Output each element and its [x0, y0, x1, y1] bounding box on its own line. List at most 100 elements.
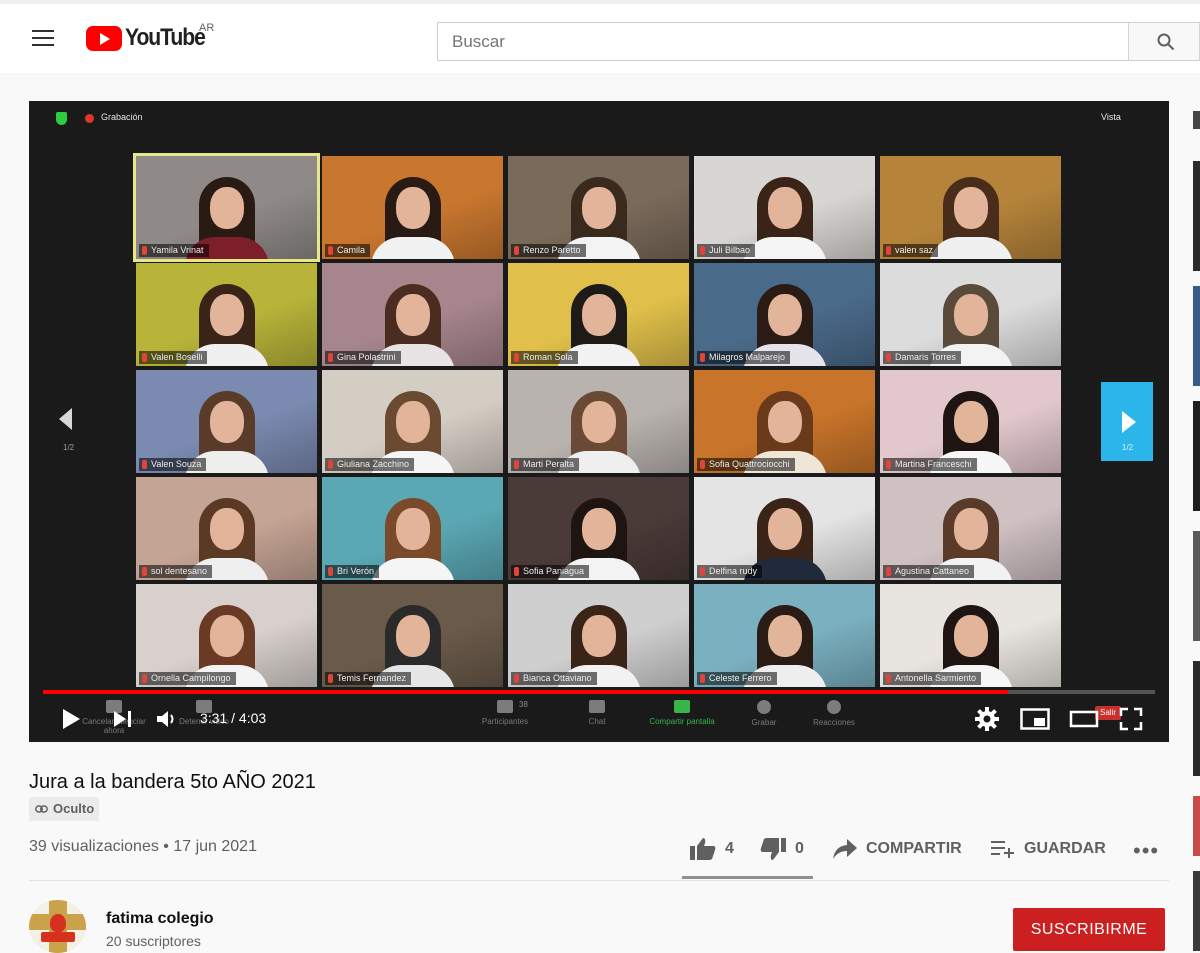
play-logo-icon: [86, 25, 122, 51]
record-label: Grabar: [751, 718, 777, 727]
participant-tile: Bri Verón: [322, 477, 503, 580]
participant-name: Renzo Paretto: [511, 244, 586, 257]
miniplayer-icon[interactable]: [1020, 707, 1050, 731]
settings-gear-icon[interactable]: [975, 707, 999, 731]
page-indicator-left: 1/2: [63, 443, 75, 452]
participant-name: Delfina rudy: [697, 565, 763, 578]
dislike-button[interactable]: 0: [759, 836, 804, 862]
participant-name: Temis Fernandez: [325, 672, 412, 685]
participant-name: sol dentesano: [139, 565, 213, 578]
chat-tool: Chat: [562, 696, 632, 726]
divider: [29, 880, 1169, 881]
participant-name: Giuliana Zacchino: [325, 458, 415, 471]
share-screen-tool: Compartir pantalla: [634, 696, 730, 726]
view-label: Vista: [1101, 112, 1121, 122]
participant-tile: Giuliana Zacchino: [322, 370, 503, 473]
participant-tile: Bianca Ottaviano: [508, 584, 689, 687]
next-video-icon[interactable]: [113, 710, 133, 728]
participants-label: Participantes: [481, 717, 529, 726]
record-tool: Grabar: [729, 696, 799, 727]
chat-label: Chat: [588, 717, 606, 726]
participant-tile: Renzo Paretto: [508, 156, 689, 259]
participant-tile: valen saz: [880, 156, 1061, 259]
share-button[interactable]: COMPARTIR: [832, 836, 962, 862]
search-input[interactable]: Buscar: [437, 22, 1129, 61]
search-button[interactable]: [1128, 22, 1200, 61]
participants-icon: [497, 700, 513, 713]
fullscreen-icon[interactable]: [1119, 707, 1143, 731]
save-button[interactable]: GUARDAR: [990, 836, 1106, 862]
participant-name: Damaris Torres: [883, 351, 961, 364]
save-label: GUARDAR: [1024, 840, 1106, 857]
video-player[interactable]: Grabación Vista Yamila Vrinat Camila Renzo…: [29, 101, 1169, 742]
participant-name: Sofia Quattrociocchi: [697, 458, 795, 471]
playlist-add-icon: [991, 841, 1014, 858]
participant-name: Valen Souza: [139, 458, 207, 471]
previous-page-icon[interactable]: [59, 408, 72, 430]
participant-grid: Yamila Vrinat Camila Renzo Paretto Juli Bil…: [133, 153, 1061, 689]
participant-tile: Temis Fernandez: [322, 584, 503, 687]
participant-tile: Antonella Sarmiento: [880, 584, 1061, 687]
view-stats: 39 visualizaciones • 17 jun 2021: [29, 838, 257, 855]
sidebar-thumbnails-edge: [1193, 101, 1200, 953]
play-icon[interactable]: [61, 708, 81, 730]
video-title: Jura a la bandera 5to AÑO 2021: [29, 771, 316, 793]
recording-label: Grabación: [101, 112, 143, 122]
more-actions-icon[interactable]: •••: [1133, 840, 1159, 862]
thumbs-down-icon: [760, 838, 786, 860]
reactions-label: Reacciones: [813, 718, 855, 727]
progress-bar[interactable]: [43, 690, 1155, 694]
shield-icon: [56, 112, 67, 125]
recording-icon: [85, 114, 94, 123]
visibility-badge: Oculto: [29, 797, 100, 821]
channel-name[interactable]: fatima colegio: [106, 910, 214, 928]
like-button[interactable]: 4: [689, 836, 734, 862]
subscribe-button[interactable]: SUSCRIBIRME: [1013, 908, 1165, 951]
participant-tile: Valen Souza: [136, 370, 317, 473]
share-screen-label: Compartir pantalla: [649, 717, 715, 726]
youtube-logo[interactable]: YouTube: [86, 24, 216, 52]
participant-name: Ornella Campilongo: [139, 672, 236, 685]
participant-video: [365, 171, 461, 259]
search-placeholder: Buscar: [452, 31, 505, 51]
zoom-top-bar: Grabación Vista: [29, 101, 1169, 137]
participants-count: 38: [519, 700, 528, 709]
participants-tool: Participantes: [470, 696, 540, 726]
participant-name: Gina Polastrini: [325, 351, 401, 364]
participant-tile: Roman Sola: [508, 263, 689, 366]
chat-icon: [589, 700, 605, 713]
participant-tile: sol dentesano: [136, 477, 317, 580]
share-screen-icon: [674, 700, 690, 713]
participant-tile: Martina Franceschi: [880, 370, 1061, 473]
menu-icon[interactable]: [32, 30, 54, 46]
theater-mode-icon[interactable]: [1069, 707, 1099, 731]
share-icon: [833, 839, 857, 859]
subscriber-count: 20 suscriptores: [106, 933, 201, 949]
logo-text: YouTube: [125, 24, 206, 51]
channel-avatar[interactable]: [29, 900, 86, 953]
participant-tile: Yamila Vrinat: [133, 153, 320, 262]
participant-tile: Damaris Torres: [880, 263, 1061, 366]
like-ratio-bar: [682, 876, 813, 879]
participant-name: Yamila Vrinat: [139, 244, 209, 257]
participant-tile: Ornella Campilongo: [136, 584, 317, 687]
participant-name: Bri Verón: [325, 565, 380, 578]
participant-name: Antonella Sarmiento: [883, 672, 982, 685]
participant-name: Juli Bilbao: [697, 244, 756, 257]
reactions-icon: [827, 700, 841, 714]
visibility-label: Oculto: [53, 801, 95, 816]
participant-name: Roman Sola: [511, 351, 578, 364]
like-count: 4: [725, 840, 734, 857]
participant-name: Martina Franceschi: [883, 458, 977, 471]
search-icon: [1157, 33, 1175, 51]
participant-tile: Gina Polastrini: [322, 263, 503, 366]
participant-tile: Milagros Malparejo: [694, 263, 875, 366]
participant-tile: Agustina Cattaneo: [880, 477, 1061, 580]
participant-tile: Celeste Ferrero: [694, 584, 875, 687]
share-label: COMPARTIR: [866, 840, 962, 857]
participant-tile: Juli Bilbao: [694, 156, 875, 259]
participant-tile: Delfina rudy: [694, 477, 875, 580]
participant-name: Agustina Cattaneo: [883, 565, 975, 578]
volume-icon[interactable]: [155, 708, 177, 730]
masthead: YouTube AR Buscar: [0, 0, 1200, 73]
